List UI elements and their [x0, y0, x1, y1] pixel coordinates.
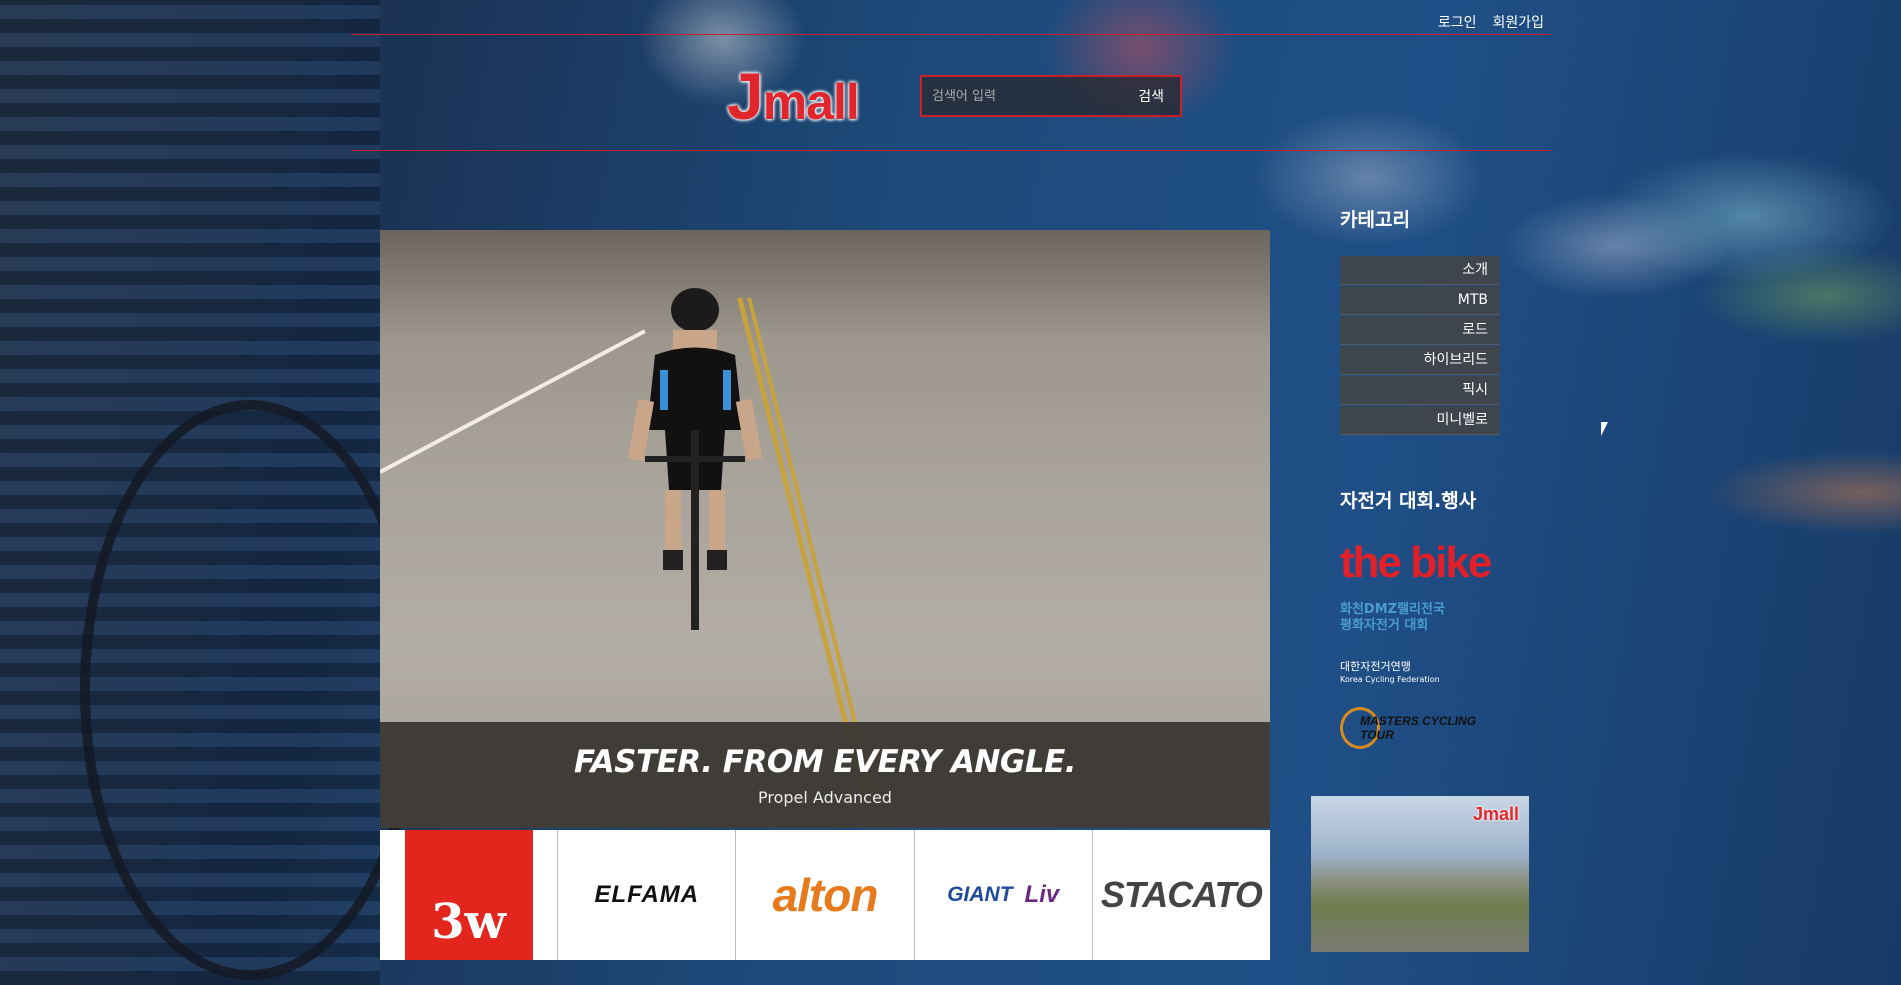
brand-alton[interactable]: alton: [736, 830, 915, 960]
kcf-line1: 대한자전거연맹: [1340, 659, 1411, 673]
hero-title: FASTER. FROM EVERY ANGLE.: [573, 744, 1077, 780]
events-heading: 자전거 대회.행사: [1340, 490, 1477, 512]
event-logo-list: the bike 화천DMZ랠리전국 평화자전거 대회 대한자전거연맹 Kore…: [1340, 535, 1505, 755]
brand-3w-logo: 3w: [404, 830, 533, 960]
thebike-logo: the bike: [1340, 537, 1492, 587]
category-heading: 카테고리: [1340, 209, 1410, 231]
header-bottom-divider: [351, 150, 1551, 151]
account-links: 로그인 회원가입: [1438, 12, 1544, 32]
kcf-logo: 대한자전거연맹 Korea Cycling Federation: [1340, 660, 1440, 686]
search-button[interactable]: 검색: [1122, 86, 1180, 106]
signup-link[interactable]: 회원가입: [1492, 12, 1544, 32]
category-menu: 소개 MTB 로드 하이브리드 픽시 미니벨로: [1340, 256, 1500, 436]
mouse-cursor-icon: [1601, 422, 1608, 436]
login-link[interactable]: 로그인: [1438, 12, 1477, 32]
hero-caption: FASTER. FROM EVERY ANGLE. Propel Advance…: [380, 722, 1270, 828]
category-item-hybrid[interactable]: 하이브리드: [1340, 346, 1500, 375]
brand-alton-logo: alton: [772, 869, 879, 921]
brand-giant-logo: GIANT: [947, 883, 1013, 906]
cyclist-image: [627, 288, 763, 630]
logo-text: mall: [762, 74, 860, 130]
category-item-road[interactable]: 로드: [1340, 316, 1500, 345]
brand-elfama[interactable]: ELFAMA: [558, 830, 737, 960]
dmz-rally-line1: 화천DMZ랠리전국: [1340, 601, 1445, 617]
dmz-rally-line2: 평화자전거 대회: [1340, 617, 1429, 633]
event-thebike[interactable]: the bike: [1340, 535, 1505, 590]
brand-elfama-logo: ELFAMA: [594, 881, 700, 908]
masters-logo: MASTERS CYCLING TOUR: [1360, 713, 1477, 742]
brand-liv-logo: Liv: [1024, 881, 1060, 908]
background-bike-wheel: [80, 400, 420, 980]
event-dmz-rally[interactable]: 화천DMZ랠리전국 평화자전거 대회: [1340, 590, 1505, 645]
logo-initial: J: [727, 59, 764, 133]
video-logo: Jmall: [1472, 804, 1519, 824]
hero-banner[interactable]: FASTER. FROM EVERY ANGLE. Propel Advance…: [380, 230, 1270, 828]
brand-3w[interactable]: 3w: [380, 830, 559, 960]
category-item-minivelo[interactable]: 미니벨로: [1340, 406, 1500, 435]
header-top-divider: [351, 34, 1551, 35]
road-line: [380, 329, 646, 474]
category-item-mtb[interactable]: MTB: [1340, 286, 1500, 315]
brand-logo-strip: 3w ELFAMA alton GIANT Liv STACATO: [380, 830, 1270, 960]
category-item-fixie[interactable]: 픽시: [1340, 376, 1500, 405]
category-item-intro[interactable]: 소개: [1340, 256, 1500, 285]
event-masters-cycling-tour[interactable]: MASTERS CYCLING TOUR: [1340, 700, 1505, 755]
brand-stacato[interactable]: STACATO: [1093, 830, 1270, 960]
dmz-rally-logo: 화천DMZ랠리전국 평화자전거 대회: [1340, 602, 1445, 634]
brand-stacato-logo: STACATO: [1100, 874, 1263, 915]
site-logo[interactable]: Jmall: [727, 58, 860, 134]
search-bar: 검색: [920, 75, 1182, 117]
event-kcf[interactable]: 대한자전거연맹 Korea Cycling Federation: [1340, 645, 1505, 700]
promo-video-thumbnail[interactable]: Jmall: [1311, 796, 1529, 952]
brand-giant[interactable]: GIANT Liv: [915, 830, 1093, 960]
search-input[interactable]: [922, 87, 1123, 105]
hero-subtitle: Propel Advanced: [758, 788, 892, 807]
kcf-line2: Korea Cycling Federation: [1340, 674, 1440, 684]
